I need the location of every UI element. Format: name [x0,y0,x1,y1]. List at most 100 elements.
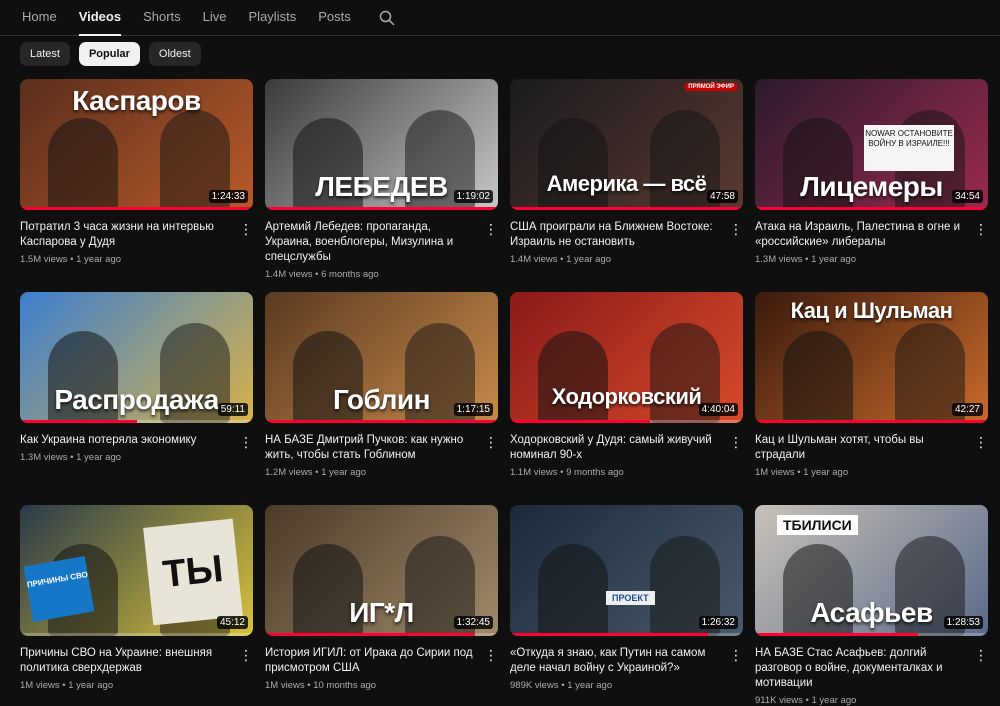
upload-age: 1 year ago [76,254,122,265]
video-thumbnail[interactable]: ПРИЧИНЫ СВО ТЫ 45:12 [20,505,253,636]
upload-age: 1 year ago [68,680,114,691]
video-card[interactable]: Гоблин 1:17:15 НА БАЗЕ Дмитрий Пучков: как… [265,292,498,478]
video-thumbnail[interactable]: ТБИЛИСИ Асафьев 1:28:53 [755,505,988,636]
video-title[interactable]: Ходорковский у Дудя: самый живучий номин… [510,433,722,463]
more-options-icon[interactable]: ⋮ [974,433,988,451]
watch-progress-fill [510,633,709,636]
video-title[interactable]: Кац и Шульман хотят, чтобы вы страдали [755,433,967,463]
video-metadata: 1.4M views • 6 months ago [265,269,498,280]
watch-progress-fill [20,420,137,423]
video-metadata: 1M views • 1 year ago [20,680,253,691]
thumbnail-title-text: ТЫ [143,518,243,626]
watch-progress-bar [755,633,988,636]
video-card[interactable]: ТБИЛИСИ Асафьев 1:28:53 НА БАЗЕ Стас Асафье… [755,505,988,706]
video-card[interactable]: Распродажа 59:11 Как Украина потеряла экон… [20,292,253,463]
upload-age: 1 year ago [811,695,857,706]
duration-badge: 1:26:32 [698,616,738,629]
video-title[interactable]: Причины СВО на Украине: внешняя политика… [20,646,232,676]
more-options-icon[interactable]: ⋮ [729,646,743,664]
tab-videos[interactable]: Videos [78,0,122,36]
chip-latest[interactable]: Latest [20,42,70,66]
video-title[interactable]: История ИГИЛ: от Ирака до Сирии под прис… [265,646,477,676]
view-count: 911K views [755,695,803,706]
video-title[interactable]: «Откуда я знаю, как Путин на самом деле … [510,646,722,676]
more-options-icon[interactable]: ⋮ [729,433,743,451]
watch-progress-bar [20,420,253,423]
watch-progress-bar [265,633,498,636]
more-options-icon[interactable]: ⋮ [239,220,253,238]
video-thumbnail[interactable]: Ходорковский 4:40:04 [510,292,743,423]
video-thumbnail[interactable]: Распродажа 59:11 [20,292,253,423]
watch-progress-fill [755,207,988,210]
tab-shorts[interactable]: Shorts [143,0,181,35]
video-title[interactable]: Атака на Израиль, Палестина в огне и «ро… [755,220,967,250]
watch-progress-fill [510,207,743,210]
separator-dot: • [312,269,322,280]
video-card[interactable]: ИГ*Л 1:32:45 История ИГИЛ: от Ирака до Сир… [265,505,498,691]
duration-badge: 42:27 [951,403,983,416]
video-card[interactable]: NOWAR ОСТАНОВИТЕ ВОЙНУ В ИЗРАИЛЕ!!! Лицем… [755,79,988,265]
video-card[interactable]: ПРИЧИНЫ СВО ТЫ 45:12 Причины СВО на Украине… [20,505,253,691]
chip-popular[interactable]: Popular [78,42,140,66]
upload-age: 9 months ago [566,467,624,478]
video-title[interactable]: НА БАЗЕ Стас Асафьев: долгий разговор о … [755,646,967,691]
view-count: 1.4M views [510,254,558,265]
more-options-icon[interactable]: ⋮ [729,220,743,238]
chip-oldest[interactable]: Oldest [148,42,201,66]
separator-dot: • [312,467,322,478]
tab-playlists[interactable]: Playlists [249,0,297,35]
video-card[interactable]: ПРОЕКТ 1:26:32 «Откуда я знаю, как Путин н… [510,505,743,691]
more-options-icon[interactable]: ⋮ [484,220,498,238]
video-thumbnail[interactable]: ЛЕБЕДЕВ 1:19:02 [265,79,498,210]
video-metadata: 1.5M views • 1 year ago [20,254,253,265]
view-count: 1.3M views [755,254,803,265]
video-thumbnail[interactable]: ПРОЕКТ 1:26:32 [510,505,743,636]
watch-progress-bar [265,207,498,210]
separator-dot: • [557,254,567,265]
view-count: 1.1M views [510,467,558,478]
duration-badge: 1:19:02 [453,190,493,203]
person-silhouette [783,331,853,423]
search-icon[interactable] [379,10,395,26]
video-thumbnail[interactable]: ПРЯМОЙ ЭФИР Америка — всё 47:58 [510,79,743,210]
video-metadata: 1.1M views • 9 months ago [510,467,743,478]
video-card[interactable]: Ходорковский 4:40:04 Ходорковский у Дудя: … [510,292,743,478]
video-thumbnail[interactable]: Кац и Шульман 42:27 [755,292,988,423]
tab-posts[interactable]: Posts [318,0,351,35]
more-options-icon[interactable]: ⋮ [239,646,253,664]
video-title[interactable]: Как Украина потеряла экономику [20,433,232,448]
video-title[interactable]: НА БАЗЕ Дмитрий Пучков: как нужно жить, … [265,433,477,463]
upload-age: 10 months ago [313,680,377,691]
video-card[interactable]: ПРЯМОЙ ЭФИР Америка — всё 47:58 США проигра… [510,79,743,265]
view-count: 1.2M views [265,467,313,478]
watch-progress-fill [265,420,498,423]
video-thumbnail[interactable]: Гоблин 1:17:15 [265,292,498,423]
video-card[interactable]: Каспаров 1:24:33 Потратил 3 часа жизни на … [20,79,253,265]
more-options-icon[interactable]: ⋮ [239,433,253,451]
upload-age: 1 year ago [76,452,122,463]
tab-home[interactable]: Home [22,0,57,35]
video-card[interactable]: ЛЕБЕДЕВ 1:19:02 Артемий Лебедев: пропаганд… [265,79,498,280]
video-title[interactable]: Потратил 3 часа жизни на интервью Каспар… [20,220,232,250]
more-options-icon[interactable]: ⋮ [484,646,498,664]
video-metadata: 989K views • 1 year ago [510,680,743,691]
video-card[interactable]: Кац и Шульман 42:27 Кац и Шульман хотят, ч… [755,292,988,478]
watch-progress-bar [20,207,253,210]
view-count: 1.3M views [20,452,68,463]
more-options-icon[interactable]: ⋮ [974,646,988,664]
video-title[interactable]: США проиграли на Ближнем Востоке: Израил… [510,220,722,250]
view-count: 1.4M views [265,269,313,280]
video-thumbnail[interactable]: NOWAR ОСТАНОВИТЕ ВОЙНУ В ИЗРАИЛЕ!!! Лицем… [755,79,988,210]
more-options-icon[interactable]: ⋮ [974,220,988,238]
video-thumbnail[interactable]: ИГ*Л 1:32:45 [265,505,498,636]
more-options-icon[interactable]: ⋮ [484,433,498,451]
upload-age: 1 year ago [803,467,849,478]
view-count: 1M views [265,680,305,691]
video-title[interactable]: Артемий Лебедев: пропаганда, Украина, во… [265,220,477,265]
video-thumbnail[interactable]: Каспаров 1:24:33 [20,79,253,210]
separator-dot: • [67,254,77,265]
view-count: 989K views [510,680,559,691]
duration-badge: 4:40:04 [698,403,738,416]
tab-live[interactable]: Live [203,0,227,35]
view-count: 1.5M views [20,254,68,265]
